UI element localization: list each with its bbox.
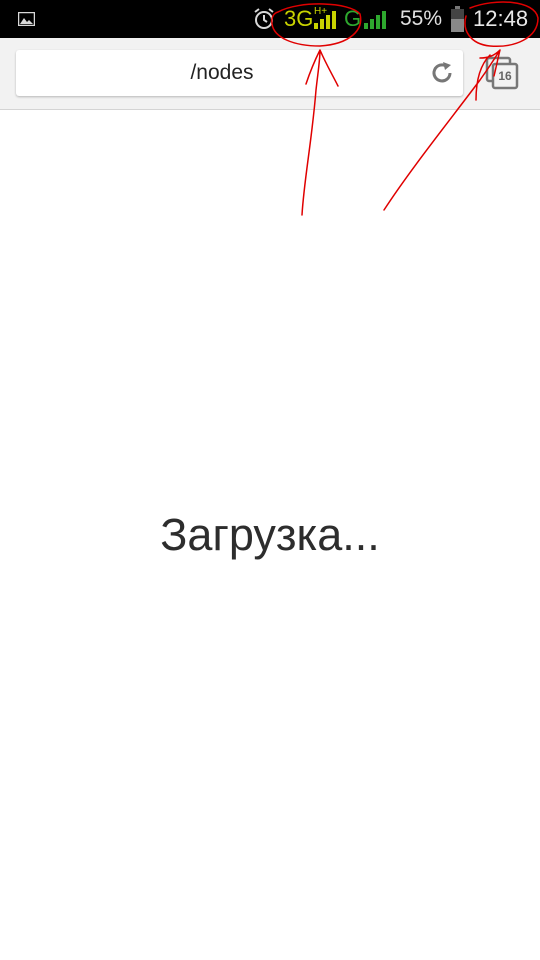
status-clock: 12:48 — [473, 6, 529, 31]
browser-toolbar: /nodes 16 — [0, 38, 540, 110]
red-annotations — [271, 1, 539, 216]
address-bar[interactable]: /nodes — [16, 50, 463, 96]
battery-icon — [451, 0, 464, 38]
status-bar: 3G H+ G 55% 12:48 — [0, 0, 540, 38]
loading-text: Загрузка... — [160, 509, 380, 560]
tabs-button[interactable]: 16 — [484, 55, 520, 91]
battery-percent: 55% — [400, 7, 443, 30]
alarm-icon — [252, 0, 276, 38]
url-text[interactable]: /nodes — [16, 50, 428, 96]
gallery-icon — [18, 0, 35, 38]
reload-icon[interactable] — [429, 60, 455, 86]
second-network-label: G — [344, 6, 362, 31]
tab-count: 16 — [498, 69, 512, 83]
network-type-label: 3G — [284, 6, 314, 31]
signal-icon — [364, 0, 390, 38]
signal-icon-primary — [314, 0, 340, 38]
